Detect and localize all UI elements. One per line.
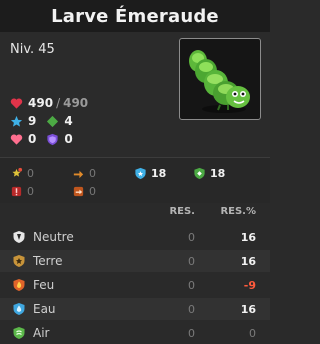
ap-mp-row: 9 4: [10, 114, 73, 128]
water-element-icon: [13, 303, 25, 315]
earth-element-icon: [13, 255, 25, 267]
neutral-element-icon: [13, 231, 25, 243]
shield-icon: [47, 133, 58, 145]
ap-value: 9: [28, 114, 37, 128]
resistance-row-air: Air 0 0: [0, 322, 270, 344]
heal-heart-icon: [10, 133, 23, 145]
critical-resist: 0: [10, 185, 34, 198]
action-points-star-icon: [10, 115, 23, 127]
mp-value: 4: [64, 114, 73, 128]
monster-portrait: [179, 38, 261, 120]
ap-reduction: 0: [10, 167, 34, 180]
pushback-resist-icon: [73, 186, 84, 197]
monster-summary: Niv. 45 490 / 490 9 4 0 0: [0, 32, 270, 157]
ap-dodge: 18: [134, 167, 166, 180]
res-pct-column-header: RES.%: [220, 206, 256, 217]
resistance-row-feu: Feu 0 -9: [0, 274, 270, 296]
critical-resist-icon: [11, 186, 22, 197]
heart-icon: [10, 97, 23, 109]
resistance-row-terre: Terre 0 16: [0, 250, 270, 272]
shield-value: 0: [64, 132, 73, 146]
hp-row: 490 / 490: [10, 96, 88, 110]
heal-value: 0: [28, 132, 37, 146]
ap-reduction-icon: [12, 167, 23, 177]
mp-reduction-icon: [73, 170, 84, 179]
monster-name: Larve Émeraude: [51, 5, 219, 27]
larva-illustration-icon: [189, 50, 250, 113]
mp-dodge: 18: [193, 167, 225, 180]
mp-dodge-icon: [194, 167, 205, 180]
monster-level: Niv. 45: [10, 42, 55, 57]
fire-element-icon: [13, 279, 25, 291]
mp-reduction: 0: [72, 167, 96, 180]
heal-shield-row: 0 0: [10, 132, 73, 146]
secondary-stats: 0 0 18 18 0 0: [0, 158, 270, 203]
hp-value: 490: [28, 96, 54, 110]
title-bar: Larve Émeraude: [0, 0, 270, 32]
pushback-resist: 0: [72, 185, 96, 198]
res-column-header: RES.: [169, 206, 195, 217]
ap-dodge-icon: [135, 167, 146, 180]
resistance-row-eau: Eau 0 16: [0, 298, 270, 320]
resistance-row-neutre: Neutre 0 16: [0, 226, 270, 248]
movement-points-icon: [47, 115, 59, 127]
hp-max: 490: [63, 96, 89, 110]
air-element-icon: [13, 327, 25, 339]
